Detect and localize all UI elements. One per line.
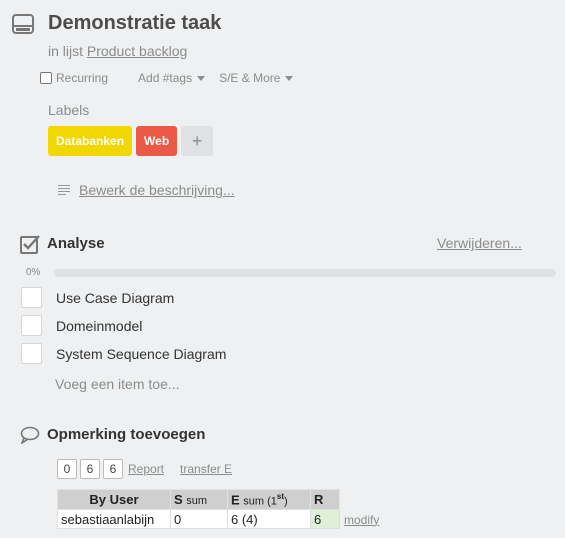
table-row: sebastiaanlabijn 0 6 (4) 6 modify bbox=[57, 509, 383, 529]
card-options-row: Recurring Add #tags S/E & More bbox=[40, 71, 294, 85]
recurring-label: Recurring bbox=[56, 71, 109, 85]
checklist-item-label[interactable]: Domeinmodel bbox=[56, 318, 142, 334]
checklist-item-checkbox[interactable] bbox=[21, 287, 42, 308]
cell-e: 6 (4) bbox=[227, 509, 311, 529]
checklist-item-checkbox[interactable] bbox=[21, 343, 42, 364]
checklist-item[interactable]: Use Case Diagram bbox=[21, 287, 174, 308]
checklist-progress-bar bbox=[54, 269, 556, 277]
scrum-counters: 0 6 6 Report transfer E bbox=[57, 459, 232, 479]
modify-link[interactable]: modify bbox=[344, 513, 379, 527]
caret-down-icon bbox=[197, 75, 206, 81]
column-header-r: R bbox=[310, 489, 340, 510]
checklist-item[interactable]: System Sequence Diagram bbox=[21, 343, 226, 364]
add-checklist-item-link[interactable]: Voeg een item toe... bbox=[55, 376, 180, 392]
add-tags-dropdown[interactable]: Add #tags bbox=[138, 71, 206, 85]
column-header-s: S sum bbox=[170, 489, 228, 510]
recurring-option[interactable]: Recurring bbox=[40, 71, 108, 85]
card-title[interactable]: Demonstratie taak bbox=[48, 12, 221, 35]
checklist-item[interactable]: Domeinmodel bbox=[21, 315, 142, 336]
checklist-progress-percent: 0% bbox=[26, 267, 41, 278]
caret-down-icon bbox=[285, 75, 294, 81]
add-tags-label: Add #tags bbox=[138, 71, 193, 85]
counter-remaining: 6 bbox=[103, 459, 123, 479]
column-header-user: By User bbox=[57, 489, 171, 510]
report-link[interactable]: Report bbox=[128, 462, 164, 476]
label-web[interactable]: Web bbox=[136, 126, 178, 156]
counter-spent: 0 bbox=[57, 459, 77, 479]
in-list-line: in lijst Product backlog bbox=[48, 43, 187, 59]
card-icon bbox=[12, 14, 34, 34]
transfer-e-link[interactable]: transfer E bbox=[180, 462, 232, 476]
labels-heading: Labels bbox=[48, 102, 90, 118]
edit-description-label: Bewerk de beschrijving... bbox=[79, 182, 235, 198]
description-icon bbox=[58, 183, 70, 197]
in-list-prefix: in lijst bbox=[48, 43, 84, 59]
label-databanken[interactable]: Databanken bbox=[48, 126, 133, 156]
table-header-row: By User S sum E sum (1st) R bbox=[57, 489, 383, 510]
modify-cell: modify bbox=[340, 510, 383, 529]
counter-estimate: 6 bbox=[80, 459, 100, 479]
cell-user: sebastiaanlabijn bbox=[57, 509, 171, 529]
user-estimates-table: By User S sum E sum (1st) R sebastiaanla… bbox=[57, 489, 383, 529]
checklist-item-checkbox[interactable] bbox=[21, 315, 42, 336]
cell-s: 0 bbox=[170, 509, 228, 529]
recurring-checkbox[interactable] bbox=[40, 72, 52, 84]
checklist-item-label[interactable]: System Sequence Diagram bbox=[56, 346, 226, 362]
add-label-button[interactable]: + bbox=[181, 126, 214, 156]
cell-r: 6 bbox=[310, 509, 340, 529]
comment-icon bbox=[20, 426, 40, 444]
se-more-dropdown[interactable]: S/E & More bbox=[219, 71, 294, 85]
se-more-label: S/E & More bbox=[219, 71, 281, 85]
checklist-title[interactable]: Analyse bbox=[47, 235, 105, 252]
list-name-link[interactable]: Product backlog bbox=[87, 43, 187, 59]
column-header-e: E sum (1st) bbox=[227, 489, 311, 510]
checklist-item-label[interactable]: Use Case Diagram bbox=[56, 290, 174, 306]
checklist-icon bbox=[20, 235, 40, 254]
add-comment-heading: Opmerking toevoegen bbox=[47, 426, 206, 443]
edit-description-link[interactable]: Bewerk de beschrijving... bbox=[58, 182, 235, 198]
labels-list: Databanken Web + bbox=[48, 126, 214, 156]
delete-checklist-link[interactable]: Verwijderen... bbox=[437, 235, 522, 251]
